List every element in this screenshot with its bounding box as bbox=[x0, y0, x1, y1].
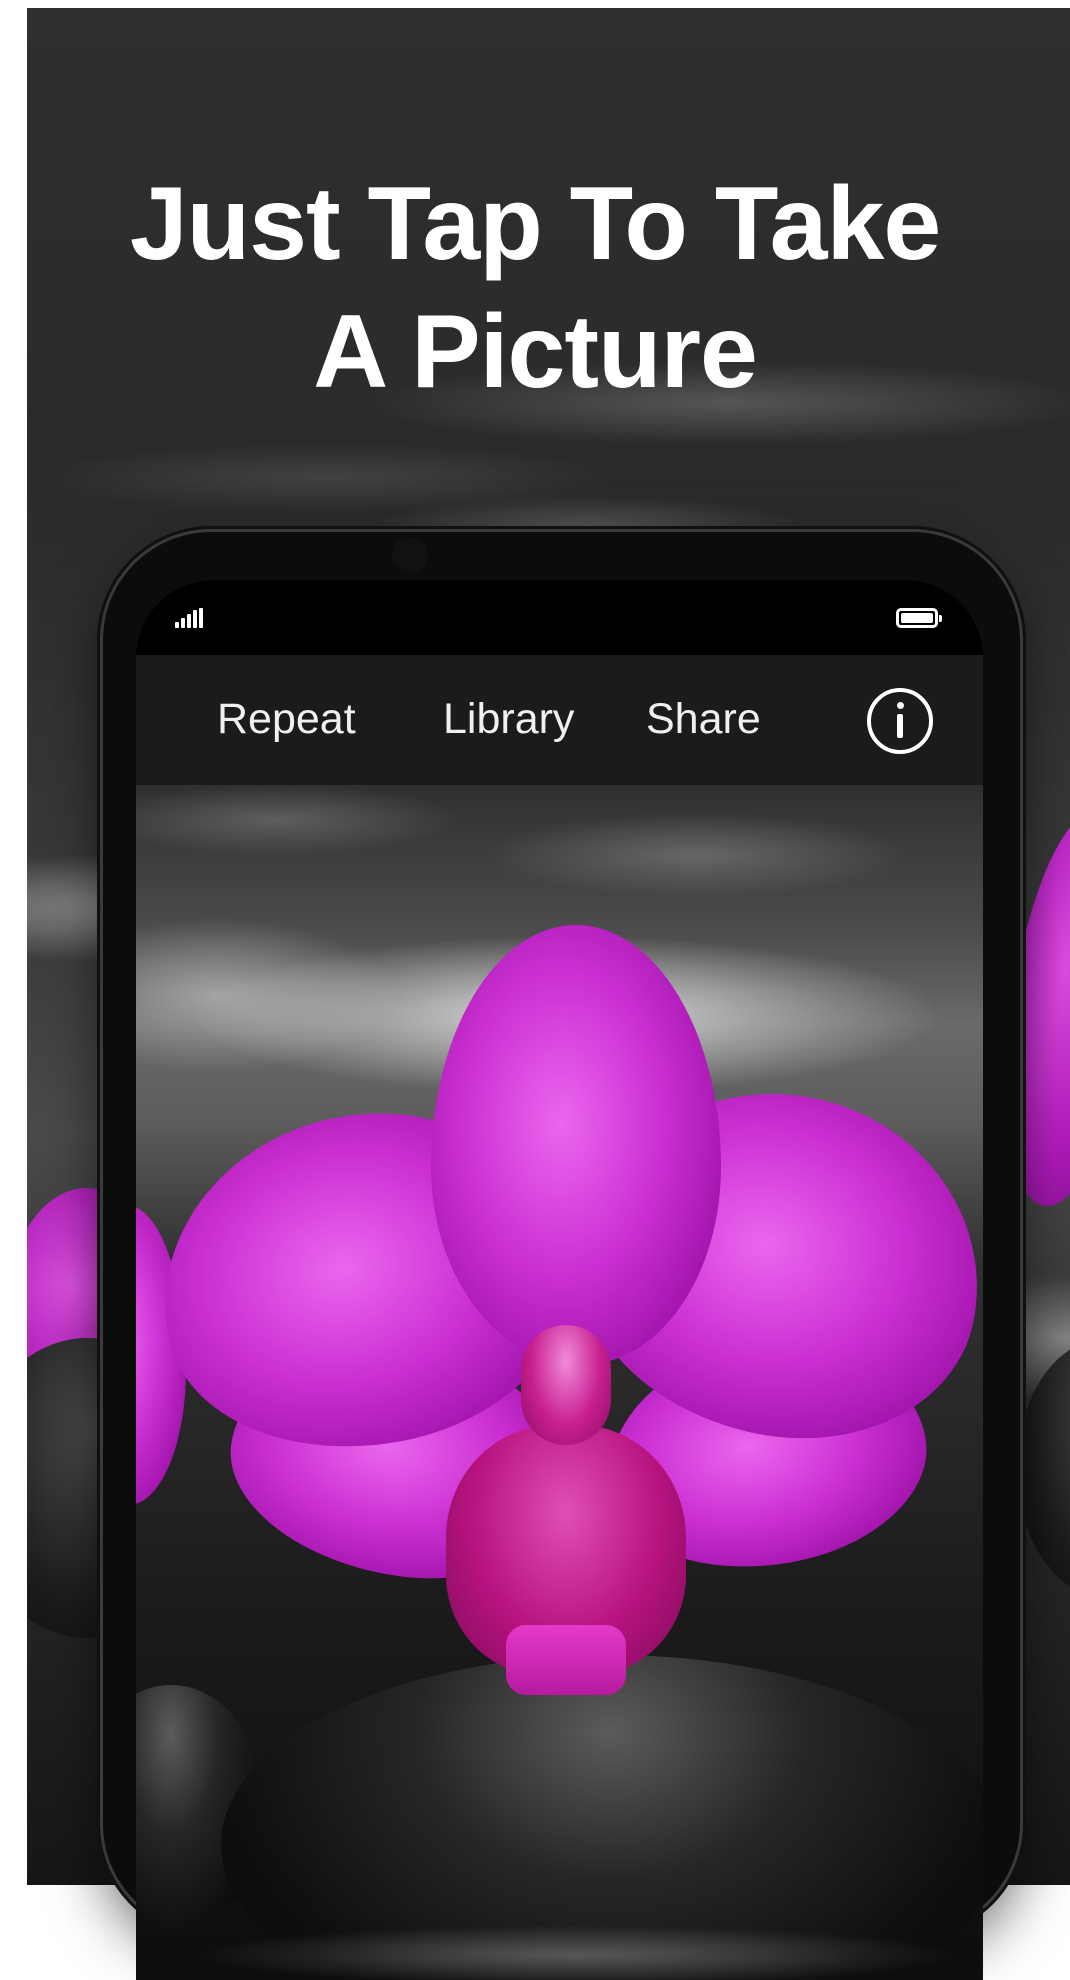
library-button[interactable]: Library bbox=[443, 689, 574, 749]
headline-line-1: Just Tap To Take bbox=[129, 166, 941, 282]
orchid-column bbox=[521, 1325, 611, 1445]
phone-screen: Repeat Library Share bbox=[136, 580, 983, 1980]
phone-frame: Repeat Library Share bbox=[103, 532, 1020, 1980]
orchid-petal-top bbox=[431, 925, 721, 1365]
headline-line-2: A Picture bbox=[313, 294, 758, 410]
orchid-lip-base bbox=[506, 1625, 626, 1695]
stone-bleed-right bbox=[1017, 1338, 1070, 1598]
camera-viewfinder[interactable] bbox=[136, 785, 983, 1980]
promo-headline: Just Tap To Take A Picture bbox=[0, 160, 1070, 416]
front-speaker bbox=[392, 537, 428, 573]
cellular-signal-icon bbox=[175, 608, 207, 628]
battery-full-icon bbox=[896, 608, 942, 628]
repeat-button[interactable]: Repeat bbox=[217, 689, 356, 749]
info-circle-icon[interactable] bbox=[867, 688, 933, 754]
notch bbox=[454, 580, 666, 642]
camera-toolbar: Repeat Library Share bbox=[136, 655, 983, 785]
share-button[interactable]: Share bbox=[646, 689, 761, 749]
water-reflection bbox=[196, 1925, 956, 1980]
